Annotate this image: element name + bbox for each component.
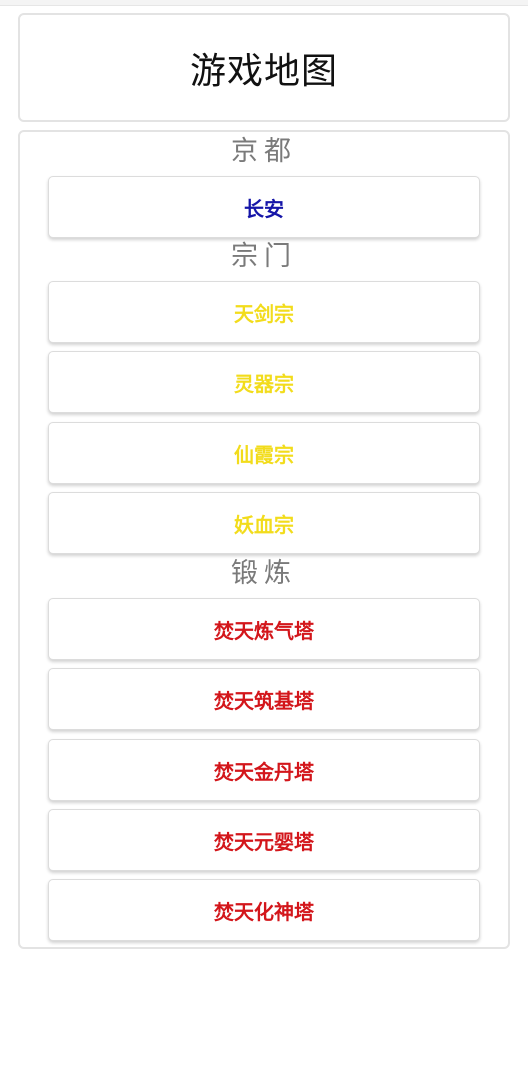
header-card: 游戏地图 [18, 13, 510, 122]
location-button-changan[interactable]: 长安 [48, 176, 480, 238]
page-title: 游戏地图 [189, 50, 338, 92]
top-divider [0, 0, 528, 6]
location-button-yuanying-tower[interactable]: 焚天元婴塔 [48, 809, 480, 871]
location-button-huashen-tower[interactable]: 焚天化神塔 [48, 879, 480, 941]
location-button-tianjian-sect[interactable]: 天剑宗 [48, 281, 480, 343]
map-panel: 京都 长安 宗门 天剑宗 灵器宗 仙霞宗 妖血宗 锻炼 焚天炼气塔 焚天筑基塔 … [18, 130, 510, 949]
location-button-lianqi-tower[interactable]: 焚天炼气塔 [48, 598, 480, 660]
location-button-lingqi-sect[interactable]: 灵器宗 [48, 351, 480, 413]
location-button-zhuji-tower[interactable]: 焚天筑基塔 [48, 668, 480, 730]
section-heading-capital: 京都 [231, 136, 297, 167]
location-button-yaoxue-sect[interactable]: 妖血宗 [48, 492, 480, 554]
location-button-xianxia-sect[interactable]: 仙霞宗 [48, 422, 480, 484]
section-heading-training: 锻炼 [231, 558, 297, 589]
section-heading-sects: 宗门 [231, 241, 297, 272]
location-button-jindan-tower[interactable]: 焚天金丹塔 [48, 739, 480, 801]
